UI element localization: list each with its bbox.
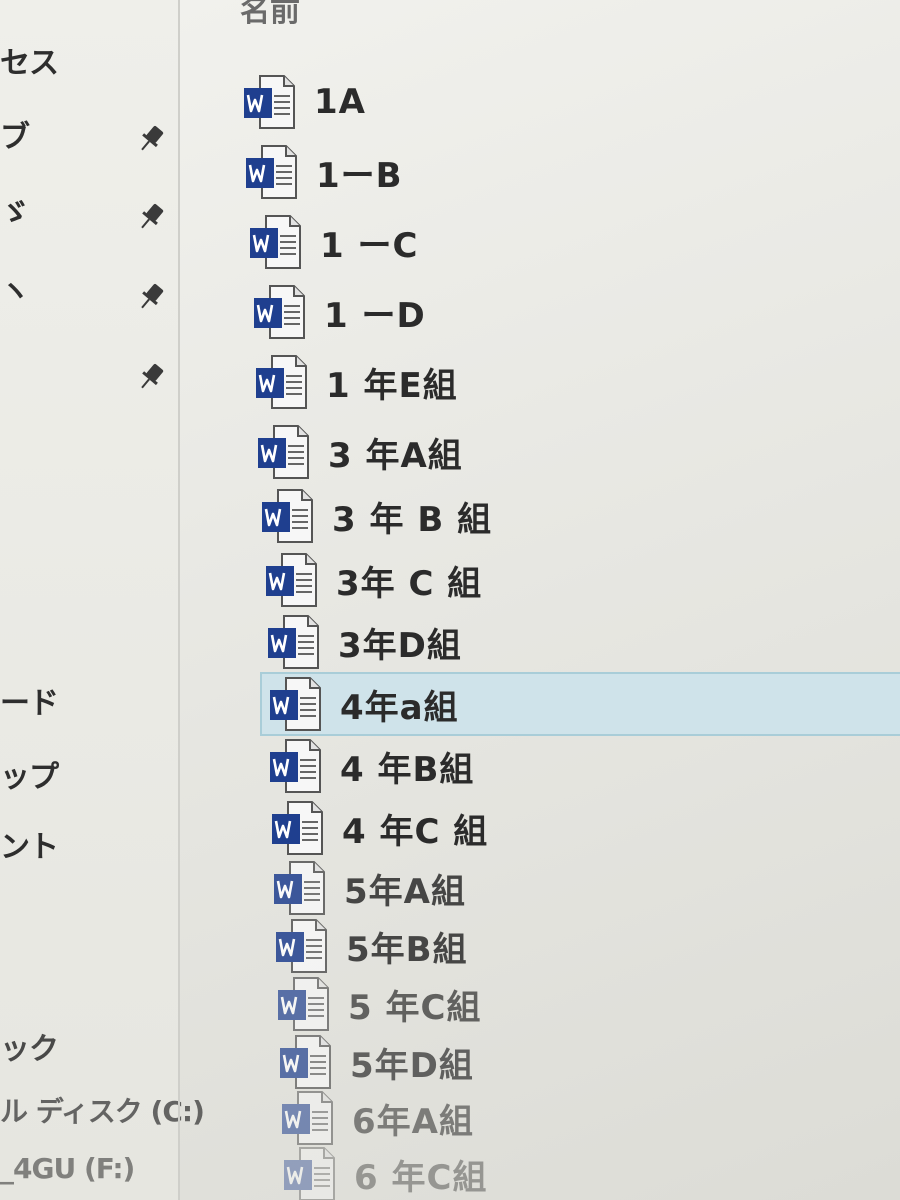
- word-document-icon: [244, 75, 295, 129]
- word-document-icon: [266, 553, 317, 607]
- nav-item-music[interactable]: ック: [0, 1024, 59, 1068]
- word-document-icon: [276, 919, 327, 973]
- file-name: 5年A組: [344, 871, 466, 912]
- file-name: 1A: [314, 82, 366, 122]
- pin-icon: [141, 204, 164, 229]
- nav-item-documents[interactable]: ント: [0, 822, 59, 866]
- file-row[interactable]: 3年 C 組: [258, 548, 900, 612]
- word-document-icon: [284, 1147, 335, 1200]
- nav-item-3[interactable]: ヽ: [0, 266, 30, 310]
- file-row[interactable]: 4 年C 組: [264, 796, 900, 860]
- file-name: 4 年B組: [340, 749, 475, 790]
- word-document-icon: [268, 615, 319, 669]
- nav-item-2[interactable]: ゞ: [0, 188, 30, 232]
- file-name: 3 年 B 組: [332, 499, 493, 540]
- file-name: 4 年C 組: [342, 811, 489, 852]
- file-name: 1 ーC: [320, 225, 419, 266]
- file-row[interactable]: 5年B組: [268, 914, 900, 978]
- nav-item-desktop[interactable]: ップ: [0, 752, 59, 796]
- file-name: 1 年E組: [326, 365, 458, 406]
- pane-splitter[interactable]: [178, 0, 180, 1200]
- file-row[interactable]: 1 ーD: [246, 280, 900, 344]
- file-name: 1ーB: [316, 155, 403, 196]
- file-name: 3 年A組: [328, 435, 463, 476]
- file-row[interactable]: 3年D組: [260, 610, 900, 674]
- nav-item-quick-access[interactable]: セス: [0, 38, 59, 82]
- file-name: 5年D組: [350, 1045, 474, 1086]
- word-document-icon: [256, 355, 307, 409]
- nav-item-drive-f[interactable]: _4GU (F:): [0, 1152, 135, 1185]
- pin-icon: [141, 364, 164, 389]
- word-document-icon: [246, 145, 297, 199]
- word-document-icon: [258, 425, 309, 479]
- file-row[interactable]: 4 年B組: [262, 734, 900, 798]
- file-row[interactable]: 4年a組: [260, 672, 900, 736]
- file-name: 3年 C 組: [336, 563, 483, 604]
- file-row[interactable]: 5年A組: [266, 856, 900, 920]
- file-row[interactable]: 3 年 B 組: [254, 484, 900, 548]
- nav-item-1[interactable]: ブ: [0, 112, 30, 156]
- file-row[interactable]: 3 年A組: [250, 420, 900, 484]
- word-document-icon: [278, 977, 329, 1031]
- nav-item-download[interactable]: ード: [0, 678, 59, 722]
- file-row[interactable]: 1ーB: [238, 140, 900, 204]
- file-name: 5 年C組: [348, 987, 482, 1028]
- file-name: 3年D組: [338, 625, 462, 666]
- file-row[interactable]: 1 年E組: [248, 350, 900, 414]
- file-name: 6年A組: [352, 1101, 474, 1142]
- file-row[interactable]: 6年A組: [274, 1086, 900, 1150]
- file-name: 4年a組: [340, 687, 459, 728]
- file-explorer-window: セス ブ ゞ ヽ ード ップ ント ック ル ディスク (C:) _4GU (F…: [0, 0, 900, 1200]
- pin-icon: [141, 126, 164, 151]
- file-row[interactable]: 5年D組: [272, 1030, 900, 1094]
- file-row[interactable]: 1 ーC: [242, 210, 900, 274]
- file-name: 1 ーD: [324, 295, 426, 336]
- file-row[interactable]: 1A: [236, 70, 900, 134]
- file-name: 6 年C組: [354, 1157, 488, 1198]
- word-document-icon: [250, 215, 301, 269]
- file-name: 5年B組: [346, 929, 468, 970]
- word-document-icon: [282, 1091, 333, 1145]
- navigation-pane: セス ブ ゞ ヽ ード ップ ント ック ル ディスク (C:) _4GU (F…: [0, 0, 205, 1200]
- pin-icon: [141, 284, 164, 309]
- file-row[interactable]: 5 年C組: [270, 972, 900, 1036]
- column-header-name[interactable]: 名前: [240, 0, 300, 30]
- word-document-icon: [254, 285, 305, 339]
- word-document-icon: [274, 861, 325, 915]
- nav-item-local-disk-c[interactable]: ル ディスク (C:): [0, 1090, 205, 1130]
- word-document-icon: [272, 801, 323, 855]
- word-document-icon: [270, 677, 321, 731]
- word-document-icon: [262, 489, 313, 543]
- file-row[interactable]: 6 年C組: [276, 1142, 900, 1200]
- word-document-icon: [280, 1035, 331, 1089]
- word-document-icon: [270, 739, 321, 793]
